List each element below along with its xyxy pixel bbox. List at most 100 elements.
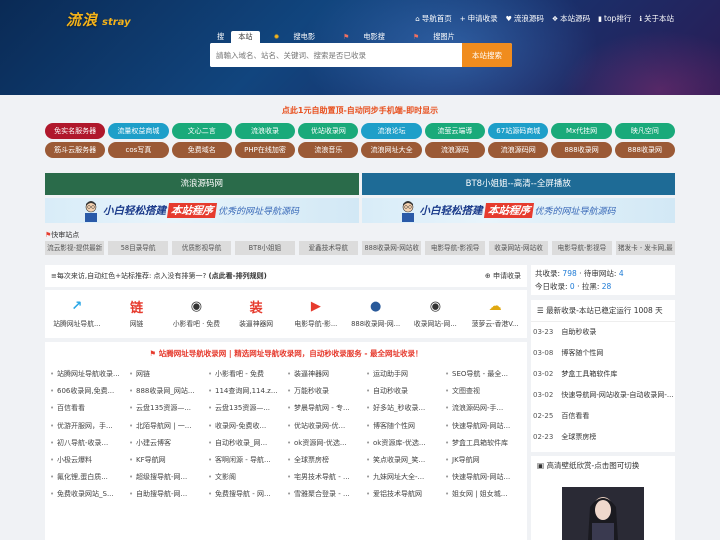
list-item[interactable]: 宅男技术导航 - ... (286, 469, 365, 486)
list-item[interactable]: 文影阁 (207, 469, 286, 486)
banner-right[interactable]: BT8小姐姐--高清--全屏播放 小白轻松搭建 本站程序 优秀的网址导航源码 (361, 173, 675, 223)
quick-item[interactable]: 电影导航-影视导 (425, 241, 485, 255)
rules-link[interactable]: (点此看-排列规则) (208, 272, 266, 280)
featured-link[interactable]: 映凡空间 (614, 123, 675, 139)
list-item[interactable]: 优站收录网-优... (286, 418, 365, 435)
tab-movie[interactable]: ⚑ 电影搜 (329, 31, 399, 43)
list-item[interactable]: 快速导航网-网站... (444, 418, 523, 435)
list-item[interactable]: 装逼神器网 (286, 366, 365, 383)
icon-link[interactable]: ● 888收录网-网... (346, 298, 406, 338)
featured-link[interactable]: 流浪源码 (424, 142, 486, 158)
search-button[interactable]: 本站搜索 (462, 43, 512, 67)
list-item[interactable]: SEO导航 - 最全... (444, 366, 523, 383)
quick-item[interactable]: 58目录导航 (108, 241, 168, 255)
featured-link[interactable]: 优站收录网 (298, 123, 359, 139)
wallpaper-image[interactable] (562, 487, 644, 540)
featured-link[interactable]: 流萤云端導 (424, 123, 486, 139)
featured-link[interactable]: 筋斗云服务器 (45, 142, 106, 158)
banner-left[interactable]: 流浪源码网 小白轻松搭建 本站程序 优秀的网址导航源码 (45, 173, 359, 223)
list-item[interactable]: JK导航网 (444, 452, 523, 469)
quick-item[interactable]: 888收录网-网站收 (362, 241, 422, 255)
list-item[interactable]: 文图查视 (444, 383, 523, 400)
list-item[interactable]: ok资源库-优选... (365, 435, 444, 452)
list-item[interactable]: 03-02 梦盒工具箱软件库 (531, 364, 675, 385)
icon-link[interactable]: 链网链 (107, 298, 167, 338)
quick-item[interactable]: 猪发卡 - 发卡网,最 (615, 241, 676, 255)
featured-link[interactable]: PHP在线加密 (234, 142, 296, 158)
featured-link[interactable]: 流浪网址大全 (361, 142, 422, 158)
list-item[interactable]: 万能秒收录 (286, 383, 365, 400)
banner-ad[interactable]: 小白轻松搭建 本站程序 优秀的网址导航源码 (45, 198, 359, 223)
featured-link[interactable]: 流浪收录 (234, 123, 296, 139)
list-item[interactable]: 收录网-免费收... (207, 418, 286, 435)
promo-banner[interactable]: 点此1元自助置顶-自动同步手机端-即时显示 (45, 101, 675, 121)
list-item[interactable]: 自动秒收录_网... (207, 435, 286, 452)
list-item[interactable]: 九妹网址大全-... (365, 469, 444, 486)
list-item[interactable]: 云盘135资源—... (128, 400, 207, 417)
list-item[interactable]: 优游开服网，手... (49, 418, 128, 435)
list-item[interactable]: 114查询网,114.z... (207, 383, 286, 400)
icon-link[interactable]: ◉ 收录网站-网... (406, 298, 466, 338)
nav-item[interactable]: ⌂ 导航首页 (415, 13, 451, 24)
nav-item[interactable]: ♥ 流浪源码 (506, 13, 544, 24)
list-item[interactable]: 爱铝技术导航网 (365, 486, 444, 503)
list-item[interactable]: 百信看看 (49, 400, 128, 417)
list-item[interactable]: 氟化锂,蛋白质... (49, 469, 128, 486)
list-item[interactable]: 免费搜导航 - 网... (207, 486, 286, 503)
list-item[interactable]: 博客随个性网 (365, 418, 444, 435)
list-item[interactable]: 北陌导航网 | 一... (128, 418, 207, 435)
icon-link[interactable]: ☁ 菠萝云-香港V... (465, 298, 525, 338)
list-item[interactable]: 02-23 全球票房榜 (531, 427, 675, 448)
tab-this-site[interactable]: 本站 (231, 31, 260, 43)
quick-item[interactable]: BT8小姐姐 (235, 241, 295, 255)
list-item[interactable]: 雪雅聚合登录 - ... (286, 486, 365, 503)
list-item[interactable]: KF导航网 (128, 452, 207, 469)
list-item[interactable]: 流浪源码网-手... (444, 400, 523, 417)
list-item[interactable]: 超级搜导航-网... (128, 469, 207, 486)
list-item[interactable]: 姐女网 | 姐女城... (444, 486, 523, 503)
featured-link[interactable]: 免费域名 (171, 142, 232, 158)
quick-item[interactable]: 优质影视导航 (171, 241, 232, 255)
list-item[interactable]: ok资源网-优选... (286, 435, 365, 452)
tab-image-search[interactable]: ⚑ 搜图片 (399, 31, 469, 43)
banner-ad[interactable]: 小白轻松搭建 本站程序 优秀的网址导航源码 (361, 198, 675, 223)
nav-item[interactable]: ▮ top排行 (598, 13, 631, 24)
list-item[interactable]: 小影看吧 - 免费 (207, 366, 286, 383)
list-item[interactable]: 小建云博客 (128, 435, 207, 452)
nav-item[interactable]: + 申请收录 (460, 13, 498, 24)
list-item[interactable]: 初八导航-收录... (49, 435, 128, 452)
quick-item[interactable]: 电影导航-影视导 (552, 241, 612, 255)
tab-search[interactable]: 搜 (210, 31, 231, 43)
list-item[interactable]: 好多站_秒收录... (365, 400, 444, 417)
list-item[interactable]: 03-08 博客随个性网 (531, 343, 675, 364)
icon-link[interactable]: ◉ 小影看吧 · 免费 (167, 298, 227, 338)
list-item[interactable]: 免费收录网站_S... (49, 486, 128, 503)
list-item[interactable]: 03-02 快速导航网-网站收录-自动收录网-... (531, 385, 675, 406)
list-item[interactable]: 自助搜导航-网... (128, 486, 207, 503)
quick-item[interactable]: 爱鑫技术导航 (298, 241, 359, 255)
featured-link[interactable]: 67站源码商城 (488, 123, 549, 139)
list-item[interactable]: 03-23 自助秒收录 (531, 322, 675, 343)
list-item[interactable]: 笑点收录网_笑... (365, 452, 444, 469)
featured-link[interactable]: 流量权益商城 (108, 123, 169, 139)
list-item[interactable]: 梦晨导航网 - 专... (286, 400, 365, 417)
icon-link[interactable]: ↗ 站腾网址导航... (47, 298, 107, 338)
nav-item[interactable]: ❖ 本站源码 (552, 13, 590, 24)
nav-item[interactable]: ℹ 关于本站 (639, 13, 674, 24)
site-logo[interactable]: 流浪 stray (66, 9, 131, 29)
list-item[interactable]: 网链 (128, 366, 207, 383)
list-item[interactable]: 606收录网,免费... (49, 383, 128, 400)
quick-item[interactable]: 收录网站-网站收 (488, 241, 549, 255)
featured-link[interactable]: 免实名服务器 (45, 123, 106, 139)
featured-link[interactable]: Mx代挂网 (551, 123, 612, 139)
icon-link[interactable]: ▶ 电影导航-影... (286, 298, 346, 338)
featured-link[interactable]: 流浪源码网 (488, 142, 549, 158)
list-item[interactable]: 客啊闲源 - 导航... (207, 452, 286, 469)
featured-link[interactable]: 流浪论坛 (361, 123, 422, 139)
quick-item[interactable]: 流云影视-提供最新 (45, 241, 105, 255)
list-item[interactable]: 02-25 百信看看 (531, 406, 675, 427)
apply-link[interactable]: ⊕ 申请收录 (485, 271, 521, 281)
list-item[interactable]: 全球票房榜 (286, 452, 365, 469)
featured-link[interactable]: cos写真 (108, 142, 169, 158)
list-item[interactable]: 快速导航网-网站... (444, 469, 523, 486)
